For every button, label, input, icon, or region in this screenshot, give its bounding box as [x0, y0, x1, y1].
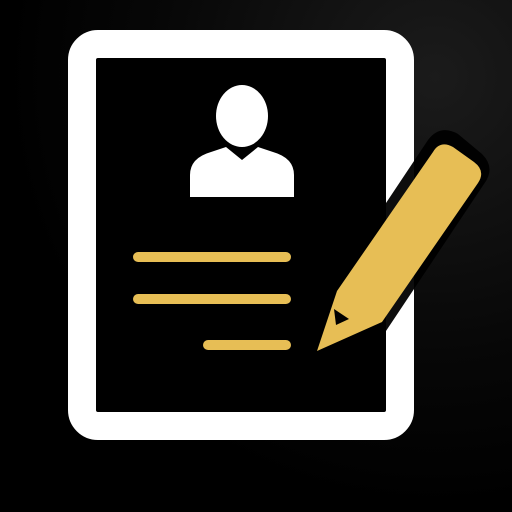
- icon-canvas: [0, 0, 512, 512]
- profile-head: [216, 85, 268, 147]
- resume-edit-icon: [68, 30, 490, 440]
